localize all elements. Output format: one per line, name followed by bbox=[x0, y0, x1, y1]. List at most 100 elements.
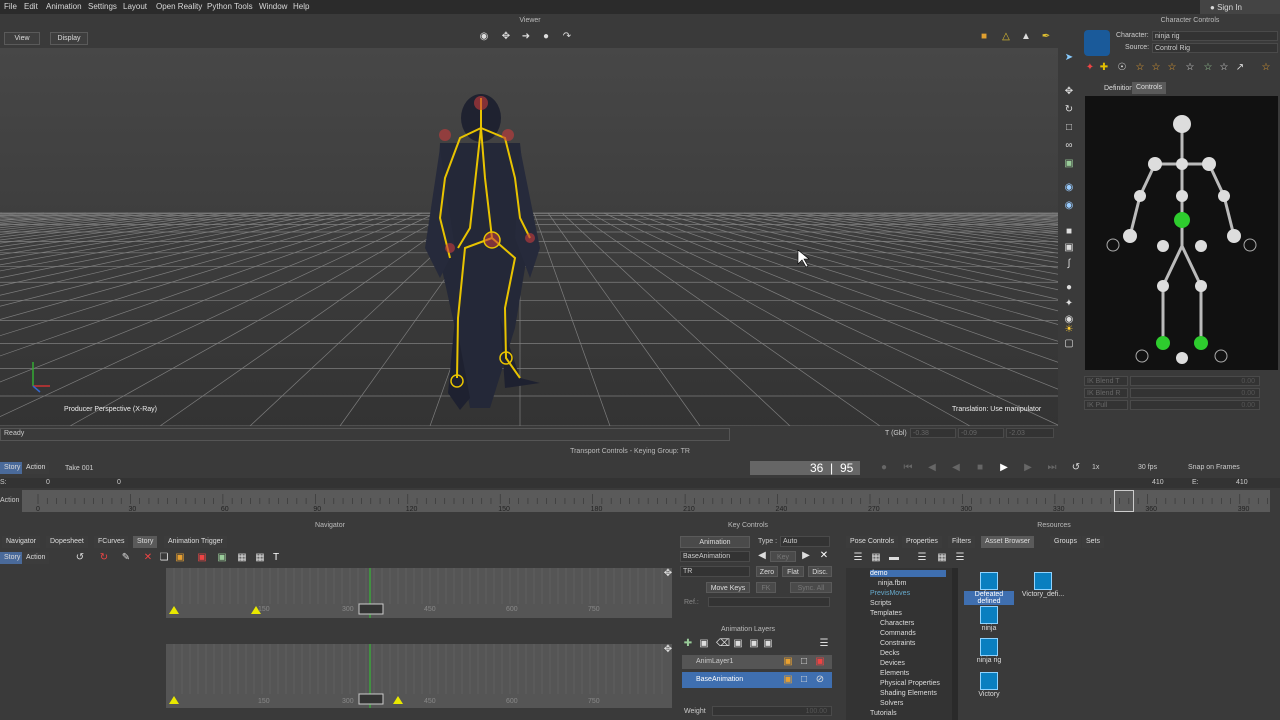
tree-ninja-fbm[interactable]: ninja.fbm bbox=[878, 580, 906, 587]
asset-ninja-rig[interactable]: ninja rig bbox=[964, 638, 1014, 664]
tab-pose-controls[interactable]: Pose Controls bbox=[846, 536, 898, 548]
orbit-icon[interactable]: ◉ bbox=[478, 31, 490, 43]
timeline-ruler[interactable]: 0 30 60 90 120 150 180 210 240 270 300 330 360 390 bbox=[22, 490, 1270, 513]
ik-pull-slider[interactable]: 0.00 bbox=[1130, 400, 1260, 410]
tree-devices[interactable]: Devices bbox=[880, 660, 905, 667]
asset-ninja[interactable]: ninja bbox=[964, 606, 1014, 632]
frame-icon[interactable]: ▢ bbox=[1063, 338, 1075, 350]
disc-button[interactable]: Disc. bbox=[808, 566, 832, 577]
full-body-icon[interactable]: ☆ bbox=[1134, 62, 1146, 74]
render-icon[interactable]: ■ bbox=[978, 31, 990, 43]
loop-track-icon[interactable]: ↺ bbox=[74, 552, 86, 564]
tree-decks[interactable]: Decks bbox=[880, 650, 899, 657]
sphere-icon[interactable]: ● bbox=[1063, 282, 1075, 294]
tab-dopesheet[interactable]: Dopesheet bbox=[46, 536, 88, 548]
body-icon[interactable]: ☉ bbox=[1116, 62, 1128, 74]
asset-victory-defined[interactable]: Victory_defi... bbox=[1018, 572, 1068, 598]
sync-all-button[interactable]: Sync. All bbox=[790, 582, 832, 593]
take-select[interactable]: Take 001 bbox=[62, 463, 746, 474]
curve-icon[interactable]: ∫ bbox=[1063, 258, 1075, 270]
layer1-mute-icon[interactable]: ▣ bbox=[814, 656, 826, 668]
nav-action-button[interactable]: Action bbox=[22, 552, 50, 564]
character-figure[interactable] bbox=[1085, 96, 1278, 370]
merge-icon[interactable]: ▣ bbox=[732, 638, 744, 650]
source-select[interactable]: Control Rig bbox=[1152, 43, 1278, 53]
track2-pan-icon[interactable]: ✥ bbox=[662, 644, 674, 656]
mirror-icon[interactable]: ☆ bbox=[1184, 62, 1196, 74]
copy-icon[interactable]: ❏ bbox=[158, 552, 170, 564]
tree-templates[interactable]: Templates bbox=[870, 610, 902, 617]
speed-select[interactable]: 1x bbox=[1092, 464, 1099, 471]
razor-icon[interactable]: ✕ bbox=[142, 552, 154, 564]
timeline-playhead[interactable] bbox=[1114, 490, 1134, 512]
display-menu-button[interactable]: Display bbox=[50, 32, 88, 45]
cube2-icon[interactable]: ▣ bbox=[1063, 242, 1075, 254]
tree-physical-properties[interactable]: Physical Properties bbox=[880, 680, 940, 687]
next-key-icon[interactable]: ▶ bbox=[1022, 462, 1034, 474]
refresh-icon[interactable]: ↻ bbox=[98, 552, 110, 564]
menu-help[interactable]: Help bbox=[293, 2, 309, 11]
layer-menu-icon[interactable]: ☰ bbox=[818, 638, 830, 650]
light-icon[interactable]: ◉ bbox=[1063, 200, 1075, 212]
layer2-solo-icon[interactable]: □ bbox=[798, 674, 810, 686]
tree-tutorials[interactable]: Tutorials bbox=[870, 710, 897, 717]
story-time-marker[interactable] bbox=[358, 693, 384, 705]
rotate-icon[interactable]: ↻ bbox=[1063, 104, 1075, 116]
ik-icon[interactable]: ✚ bbox=[1098, 62, 1110, 74]
tree-constraints[interactable]: Constraints bbox=[880, 640, 915, 647]
action-mode-tab[interactable]: Action bbox=[22, 462, 50, 474]
pan-icon[interactable]: ✥ bbox=[500, 31, 512, 43]
dolly-icon[interactable]: ➜ bbox=[520, 31, 532, 43]
clip-icon[interactable]: ▦ bbox=[254, 552, 266, 564]
animation-mode-button[interactable]: Animation bbox=[680, 536, 750, 548]
layer2-mute-icon[interactable]: ⊘ bbox=[814, 674, 826, 686]
character-select[interactable]: ninja rig bbox=[1152, 31, 1278, 41]
t-x-field[interactable]: -0.38 bbox=[910, 428, 956, 438]
layer-row-animlayer1[interactable]: AnimLayer1 ▣ □ ▣ bbox=[682, 655, 832, 669]
edit-icon[interactable]: ✎ bbox=[120, 552, 132, 564]
layer-row-baseanimation[interactable]: BaseAnimation ▣ □ ⊘ bbox=[682, 672, 832, 688]
layer-up-icon[interactable]: ▣ bbox=[748, 638, 760, 650]
stance-icon[interactable]: ☆ bbox=[1260, 62, 1272, 74]
link-icon[interactable]: ∞ bbox=[1063, 140, 1075, 152]
tab-navigator[interactable]: Navigator bbox=[2, 536, 40, 548]
nav-story-button[interactable]: Story bbox=[0, 552, 25, 564]
constraint-icon[interactable]: ▣ bbox=[1063, 158, 1075, 170]
delete-layer-icon[interactable]: ⌫ bbox=[716, 638, 730, 650]
tree-previsMoves[interactable]: PrevisMoves bbox=[870, 590, 910, 597]
story-time-marker[interactable] bbox=[358, 603, 384, 615]
menu-file[interactable]: File bbox=[4, 2, 17, 11]
base-animation-select[interactable]: BaseAnimation bbox=[680, 551, 750, 562]
select-icon[interactable]: ➤ bbox=[1063, 52, 1075, 64]
tab-groups[interactable]: Groups bbox=[1050, 536, 1081, 548]
tab-story[interactable]: Story bbox=[133, 536, 158, 548]
rotate-view-icon[interactable]: ↷ bbox=[561, 31, 573, 43]
play-icon[interactable]: ▶ bbox=[998, 462, 1010, 474]
move-keys-button[interactable]: Move Keys bbox=[706, 582, 750, 593]
snap-select[interactable]: Snap on Frames bbox=[1188, 464, 1240, 471]
prev-key-small-icon[interactable]: ◀ bbox=[756, 550, 768, 562]
key-button[interactable]: Key bbox=[770, 551, 796, 562]
tab-controls[interactable]: Controls bbox=[1132, 82, 1167, 94]
icon-view-icon[interactable]: ☰ bbox=[954, 552, 966, 564]
menu-python-tools[interactable]: Python Tools bbox=[207, 2, 253, 11]
ref-field[interactable] bbox=[708, 597, 830, 607]
play-back-icon[interactable]: ◀ bbox=[950, 462, 962, 474]
viewport-3d[interactable]: Producer Perspective (X-Ray) Translation… bbox=[0, 48, 1058, 426]
layer1-solo-icon[interactable]: □ bbox=[798, 656, 810, 668]
tree-commands[interactable]: Commands bbox=[880, 630, 916, 637]
pose-icon[interactable]: ☆ bbox=[1202, 62, 1214, 74]
tab-fcurves[interactable]: FCurves bbox=[94, 536, 129, 548]
zero-button[interactable]: Zero bbox=[756, 566, 778, 577]
weight-slider[interactable]: 100.00 bbox=[712, 706, 832, 716]
list-view-icon[interactable]: ☰ bbox=[916, 552, 928, 564]
type-select[interactable]: Auto bbox=[780, 536, 830, 547]
keying-group-select[interactable]: TR bbox=[680, 566, 750, 577]
insert-icon[interactable]: ▣ bbox=[196, 552, 208, 564]
menu-edit[interactable]: Edit bbox=[24, 2, 38, 11]
menu-layout[interactable]: Layout bbox=[123, 2, 147, 11]
track1-pan-icon[interactable]: ✥ bbox=[662, 568, 674, 580]
tab-animation-trigger[interactable]: Animation Trigger bbox=[164, 536, 227, 548]
body-part-icon[interactable]: ☆ bbox=[1150, 62, 1162, 74]
menu-settings[interactable]: Settings bbox=[88, 2, 117, 11]
